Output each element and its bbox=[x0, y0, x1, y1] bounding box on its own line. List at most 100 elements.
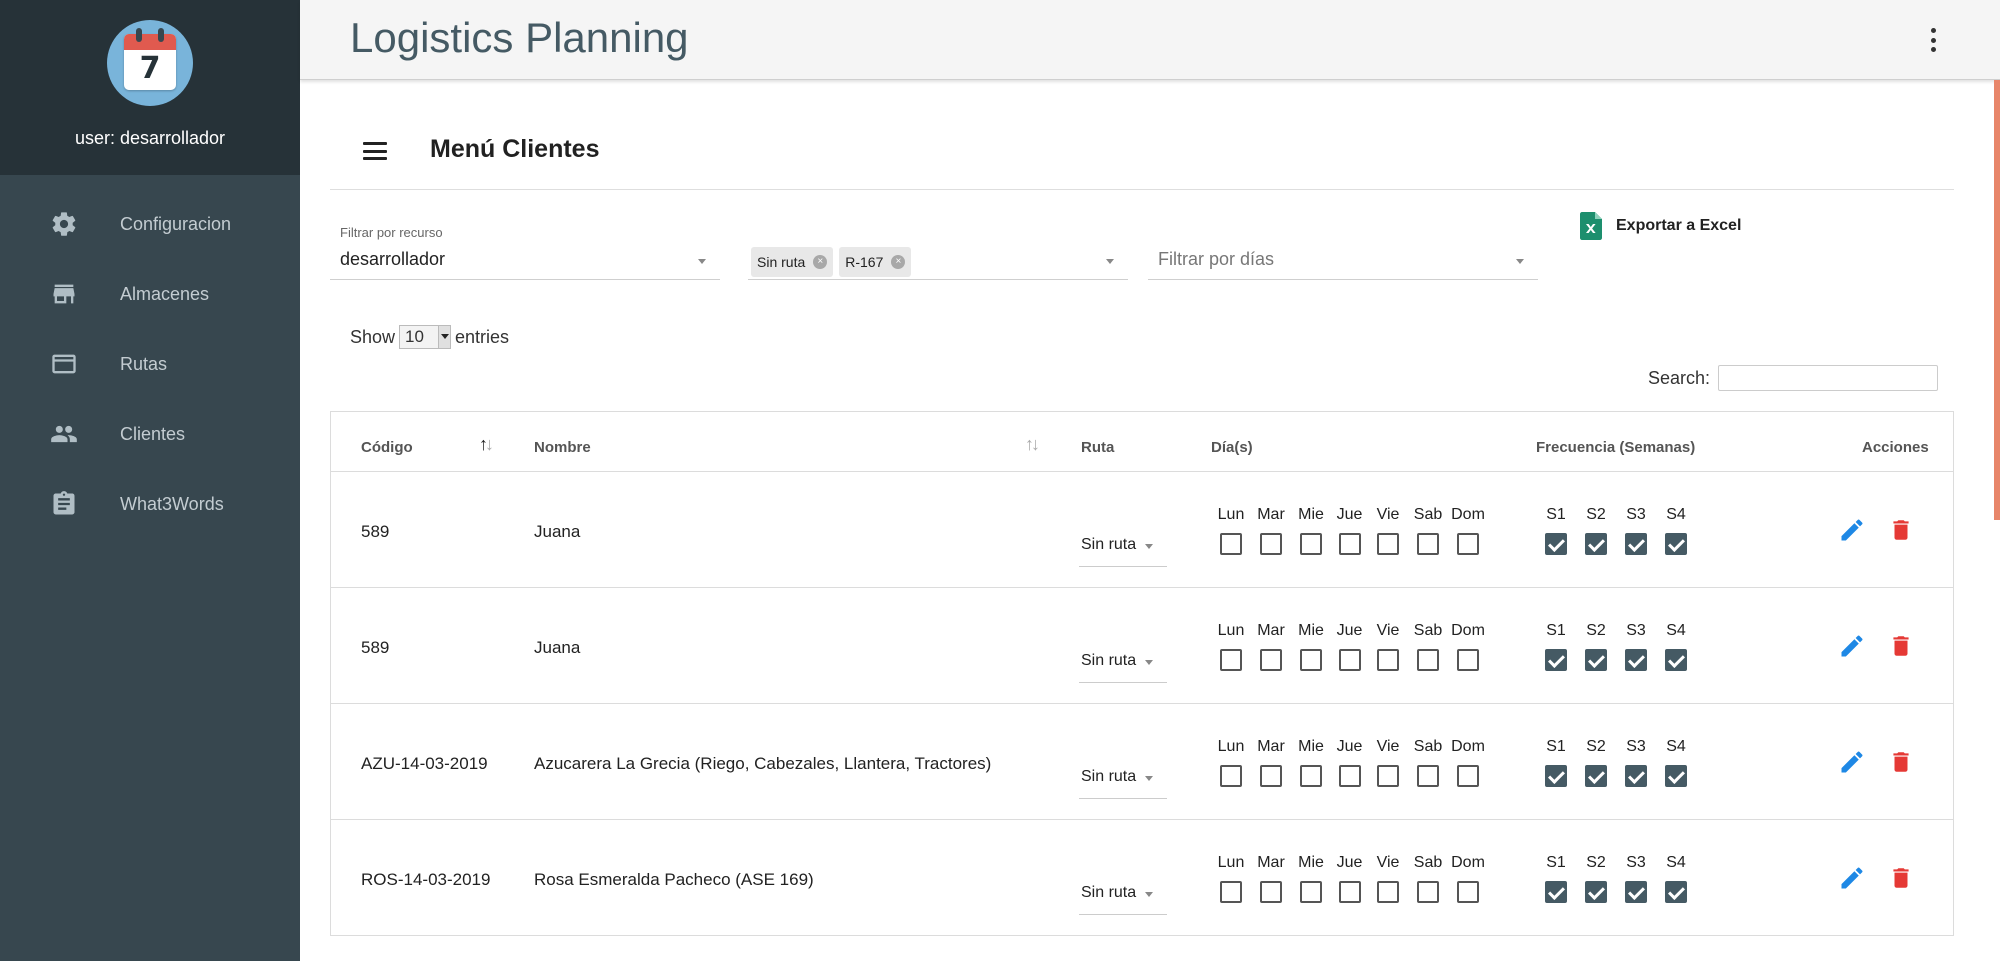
route-select[interactable]: Sin ruta bbox=[1079, 766, 1167, 799]
week-checkbox[interactable] bbox=[1545, 649, 1567, 671]
search-input[interactable] bbox=[1718, 365, 1939, 391]
week-checkbox[interactable] bbox=[1625, 881, 1647, 903]
week-label: S1 bbox=[1546, 622, 1566, 639]
sidebar-item-what3words[interactable]: What3Words bbox=[0, 469, 300, 539]
edit-icon[interactable] bbox=[1838, 516, 1866, 544]
week-checkbox[interactable] bbox=[1665, 649, 1687, 671]
week-checkboxes: S1 S2 S3 S4 bbox=[1536, 506, 1696, 555]
day-option: Vie bbox=[1368, 738, 1408, 787]
header-codigo[interactable]: Código bbox=[361, 439, 413, 456]
route-chip: Sin ruta × bbox=[751, 247, 834, 277]
route-chip-label: R-167 bbox=[845, 254, 884, 270]
day-checkbox[interactable] bbox=[1457, 649, 1479, 671]
day-checkbox[interactable] bbox=[1300, 765, 1322, 787]
day-checkbox[interactable] bbox=[1338, 533, 1361, 555]
day-checkbox[interactable] bbox=[1220, 533, 1242, 555]
week-option: S1 bbox=[1536, 854, 1576, 903]
day-checkbox[interactable] bbox=[1457, 533, 1479, 555]
week-checkbox[interactable] bbox=[1545, 765, 1567, 787]
sort-icon[interactable]: ↑↓ bbox=[1025, 434, 1040, 455]
sidebar-item-almacenes[interactable]: Almacenes bbox=[0, 259, 300, 329]
header-ruta: Ruta bbox=[1081, 439, 1115, 456]
route-select[interactable]: Sin ruta bbox=[1079, 534, 1167, 567]
week-checkbox[interactable] bbox=[1665, 765, 1687, 787]
day-checkbox[interactable] bbox=[1377, 881, 1399, 903]
sidebar-item-label: Almacenes bbox=[120, 283, 210, 304]
days-checkboxes: Lun Mar Mie Jue Vie Sab Dom bbox=[1211, 506, 1488, 555]
day-checkbox[interactable] bbox=[1260, 533, 1282, 555]
day-checkbox[interactable] bbox=[1338, 649, 1361, 671]
week-checkbox[interactable] bbox=[1545, 533, 1567, 555]
week-option: S1 bbox=[1536, 506, 1576, 555]
route-chip-label: Sin ruta bbox=[757, 254, 806, 270]
day-checkbox[interactable] bbox=[1260, 881, 1282, 903]
cell-nombre: Juana bbox=[534, 522, 581, 541]
week-checkbox[interactable] bbox=[1665, 533, 1687, 555]
week-checkbox[interactable] bbox=[1585, 649, 1607, 671]
day-checkbox[interactable] bbox=[1377, 533, 1399, 555]
delete-icon[interactable] bbox=[1888, 748, 1914, 776]
edit-icon[interactable] bbox=[1838, 864, 1866, 892]
sidebar-item-rutas[interactable]: Rutas bbox=[0, 329, 300, 399]
delete-icon[interactable] bbox=[1888, 516, 1914, 544]
day-checkbox[interactable] bbox=[1260, 765, 1282, 787]
sidebar-item-clientes[interactable]: Clientes bbox=[0, 399, 300, 469]
week-checkbox[interactable] bbox=[1545, 881, 1567, 903]
sidebar-item-label: What3Words bbox=[120, 493, 224, 514]
week-checkbox[interactable] bbox=[1585, 881, 1607, 903]
export-excel-button[interactable]: Exportar a Excel bbox=[1580, 210, 1741, 242]
day-checkbox[interactable] bbox=[1377, 649, 1399, 671]
day-checkbox[interactable] bbox=[1300, 533, 1322, 555]
day-option: Mar bbox=[1251, 854, 1291, 903]
menu-icon[interactable] bbox=[363, 142, 387, 160]
edit-icon[interactable] bbox=[1838, 632, 1866, 660]
day-option: Mie bbox=[1291, 738, 1331, 787]
week-label: S1 bbox=[1546, 506, 1566, 523]
day-checkbox[interactable] bbox=[1338, 765, 1361, 787]
week-checkbox[interactable] bbox=[1625, 533, 1647, 555]
week-checkbox[interactable] bbox=[1585, 765, 1607, 787]
week-checkbox[interactable] bbox=[1625, 649, 1647, 671]
week-option: S4 bbox=[1656, 738, 1696, 787]
entries-select[interactable]: 10 bbox=[399, 325, 452, 349]
delete-icon[interactable] bbox=[1888, 632, 1914, 660]
day-checkbox[interactable] bbox=[1457, 765, 1479, 787]
day-checkbox[interactable] bbox=[1417, 881, 1439, 903]
day-checkbox[interactable] bbox=[1220, 765, 1242, 787]
day-checkbox[interactable] bbox=[1417, 649, 1439, 671]
more-options-icon[interactable] bbox=[1928, 28, 1938, 52]
week-checkbox[interactable] bbox=[1665, 881, 1687, 903]
day-checkbox[interactable] bbox=[1300, 649, 1322, 671]
resource-filter[interactable]: Filtrar por recurso desarrollador bbox=[330, 225, 720, 280]
week-option: S1 bbox=[1536, 738, 1576, 787]
edit-icon[interactable] bbox=[1838, 748, 1866, 776]
sidebar-item-configuracion[interactable]: Configuracion bbox=[0, 189, 300, 259]
day-checkbox[interactable] bbox=[1417, 765, 1439, 787]
remove-chip-icon[interactable]: × bbox=[891, 255, 906, 269]
remove-chip-icon[interactable]: × bbox=[813, 255, 828, 269]
delete-icon[interactable] bbox=[1888, 864, 1914, 892]
chevron-down-icon[interactable] bbox=[1106, 259, 1114, 264]
chevron-down-icon[interactable] bbox=[698, 259, 706, 264]
day-checkbox[interactable] bbox=[1300, 881, 1322, 903]
day-label: Sab bbox=[1413, 622, 1443, 639]
day-label: Mie bbox=[1298, 622, 1324, 639]
days-filter[interactable]: Filtrar por días bbox=[1148, 225, 1538, 280]
day-checkbox[interactable] bbox=[1220, 881, 1242, 903]
logo-number: 7 bbox=[139, 51, 161, 86]
day-checkbox[interactable] bbox=[1377, 765, 1399, 787]
route-select[interactable]: Sin ruta bbox=[1079, 882, 1167, 915]
route-filter[interactable]: Sin ruta × R-167 × bbox=[748, 225, 1128, 280]
day-checkbox[interactable] bbox=[1260, 649, 1282, 671]
day-checkbox[interactable] bbox=[1338, 881, 1361, 903]
chevron-down-icon[interactable] bbox=[1516, 259, 1524, 264]
week-checkbox[interactable] bbox=[1585, 533, 1607, 555]
week-checkbox[interactable] bbox=[1625, 765, 1647, 787]
day-checkbox[interactable] bbox=[1220, 649, 1242, 671]
header-nombre[interactable]: Nombre bbox=[534, 439, 591, 456]
day-checkbox[interactable] bbox=[1457, 881, 1479, 903]
day-checkbox[interactable] bbox=[1417, 533, 1439, 555]
route-select[interactable]: Sin ruta bbox=[1079, 650, 1167, 683]
sort-icon[interactable]: ↑↓ bbox=[479, 434, 494, 455]
scrollbar[interactable] bbox=[1994, 80, 2000, 520]
